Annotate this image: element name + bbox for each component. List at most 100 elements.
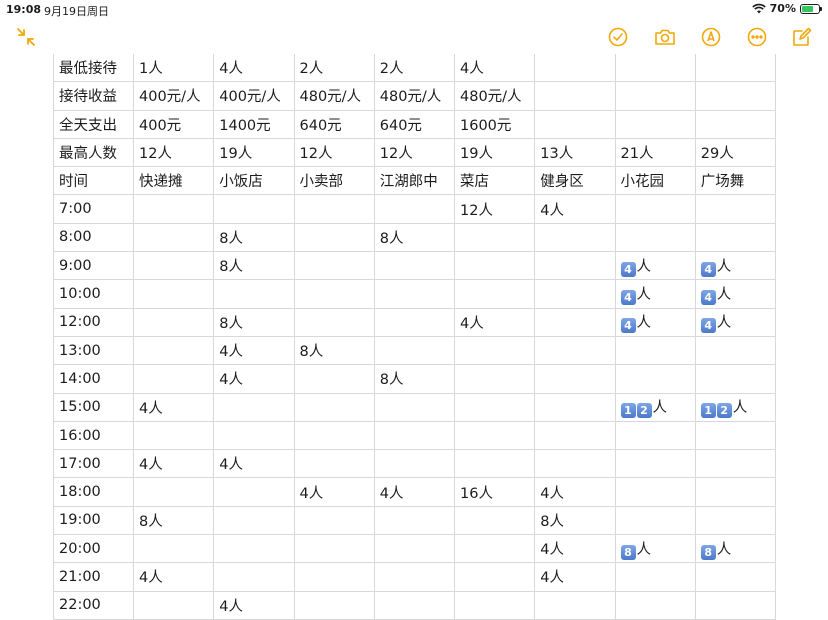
table-cell[interactable]: [694, 562, 777, 592]
camera-icon[interactable]: [654, 26, 676, 48]
table-cell[interactable]: [132, 534, 215, 564]
table-cell[interactable]: [293, 307, 375, 337]
table-cell[interactable]: [614, 449, 696, 479]
table-cell[interactable]: [534, 335, 616, 366]
table-cell[interactable]: [453, 392, 536, 422]
table-cell[interactable]: 4人: [213, 54, 295, 83]
table-cell[interactable]: [534, 449, 616, 479]
table-cell[interactable]: [453, 335, 536, 366]
table-cell[interactable]: 12人: [293, 137, 375, 168]
table-cell[interactable]: 4人: [453, 54, 536, 83]
table-cell[interactable]: [293, 251, 375, 281]
table-cell[interactable]: [453, 590, 536, 620]
row-label-cell[interactable]: 10:00: [53, 279, 134, 309]
table-cell[interactable]: [132, 420, 215, 451]
table-cell[interactable]: [614, 109, 696, 139]
row-label-cell[interactable]: 17:00: [53, 449, 134, 479]
table-cell[interactable]: [293, 194, 375, 224]
table-cell[interactable]: [614, 335, 696, 366]
table-cell[interactable]: 8人: [213, 251, 295, 281]
table-cell[interactable]: 640元: [373, 109, 456, 139]
table-cell[interactable]: 21人: [614, 137, 696, 168]
table-cell[interactable]: [614, 81, 696, 111]
table-cell[interactable]: [534, 307, 616, 337]
table-cell[interactable]: [694, 364, 777, 394]
table-cell[interactable]: 12人: [694, 392, 777, 422]
table-cell[interactable]: [614, 222, 696, 253]
table-cell[interactable]: 4人: [614, 251, 696, 281]
table-cell[interactable]: 菜店: [453, 166, 536, 196]
table-cell[interactable]: 快递摊: [132, 166, 215, 196]
table-cell[interactable]: [373, 392, 456, 422]
table-cell[interactable]: [373, 307, 456, 337]
table-cell[interactable]: 640元: [293, 109, 375, 139]
table-cell[interactable]: [132, 251, 215, 281]
table-cell[interactable]: 1600元: [453, 109, 536, 139]
table-cell[interactable]: [293, 364, 375, 394]
row-label-cell[interactable]: 21:00: [53, 562, 134, 592]
table-cell[interactable]: [614, 505, 696, 536]
table-cell[interactable]: 4人: [694, 307, 777, 337]
table-cell[interactable]: [213, 505, 295, 536]
table-cell[interactable]: [213, 534, 295, 564]
table-cell[interactable]: [614, 420, 696, 451]
table-cell[interactable]: 12人: [614, 392, 696, 422]
table-cell[interactable]: [453, 449, 536, 479]
table-cell[interactable]: [132, 477, 215, 507]
table-cell[interactable]: 4人: [453, 307, 536, 337]
markup-icon[interactable]: [700, 26, 722, 48]
table-cell[interactable]: 4人: [614, 279, 696, 309]
table-cell[interactable]: [534, 364, 616, 394]
table-cell[interactable]: [694, 222, 777, 253]
checklist-icon[interactable]: [607, 26, 629, 48]
table-cell[interactable]: 480元/人: [453, 81, 536, 111]
table-cell[interactable]: 2人: [293, 54, 375, 83]
table-cell[interactable]: [293, 420, 375, 451]
table-cell[interactable]: [132, 335, 215, 366]
table-cell[interactable]: 400元: [132, 109, 215, 139]
table-cell[interactable]: [373, 449, 456, 479]
table-cell[interactable]: [453, 562, 536, 592]
row-label-cell[interactable]: 22:00: [53, 590, 134, 620]
table-cell[interactable]: 4人: [694, 251, 777, 281]
row-label-cell[interactable]: 13:00: [53, 335, 134, 366]
table-cell[interactable]: 4人: [534, 562, 616, 592]
table-cell[interactable]: [453, 505, 536, 536]
table-cell[interactable]: 480元/人: [373, 81, 456, 111]
row-label-cell[interactable]: 全天支出: [53, 109, 134, 139]
table-cell[interactable]: 12人: [132, 137, 215, 168]
table-cell[interactable]: [534, 279, 616, 309]
table-cell[interactable]: [534, 392, 616, 422]
table-cell[interactable]: [373, 251, 456, 281]
row-label-cell[interactable]: 12:00: [53, 307, 134, 337]
table-cell[interactable]: [534, 222, 616, 253]
row-label-cell[interactable]: 20:00: [53, 534, 134, 564]
table-cell[interactable]: 4人: [132, 562, 215, 592]
table-cell[interactable]: 4人: [132, 392, 215, 422]
table-cell[interactable]: [293, 449, 375, 479]
table-cell[interactable]: [213, 477, 295, 507]
table-cell[interactable]: 4人: [614, 307, 696, 337]
table-cell[interactable]: 8人: [132, 505, 215, 536]
table-cell[interactable]: 8人: [373, 364, 456, 394]
table-cell[interactable]: [614, 477, 696, 507]
table-cell[interactable]: 400元/人: [132, 81, 215, 111]
table-cell[interactable]: 小饭店: [213, 166, 295, 196]
table-cell[interactable]: [453, 534, 536, 564]
compose-icon[interactable]: [791, 26, 813, 48]
table-cell[interactable]: [132, 590, 215, 620]
table-cell[interactable]: [534, 251, 616, 281]
table-cell[interactable]: [373, 194, 456, 224]
table-cell[interactable]: [453, 251, 536, 281]
table-cell[interactable]: 小花园: [614, 166, 696, 196]
table-cell[interactable]: [213, 194, 295, 224]
table-cell[interactable]: 4人: [694, 279, 777, 309]
table-cell[interactable]: [453, 420, 536, 451]
table-cell[interactable]: 8人: [614, 534, 696, 564]
table-cell[interactable]: [694, 420, 777, 451]
table-cell[interactable]: 江湖郎中: [373, 166, 456, 196]
table-cell[interactable]: [694, 194, 777, 224]
table-cell[interactable]: 4人: [213, 335, 295, 366]
table-cell[interactable]: [132, 364, 215, 394]
table-cell[interactable]: 4人: [213, 364, 295, 394]
